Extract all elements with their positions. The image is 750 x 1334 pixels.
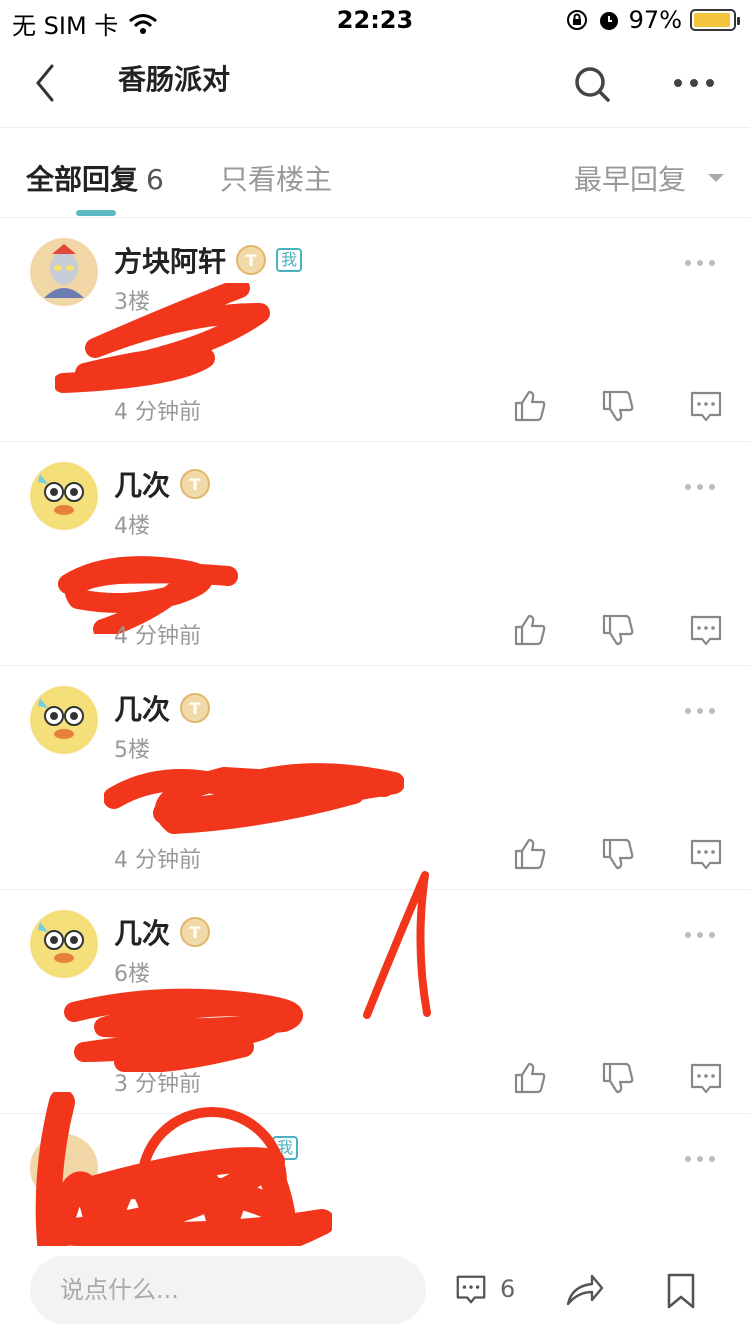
avatar[interactable] xyxy=(30,462,98,530)
active-tab-indicator xyxy=(76,210,116,216)
post-more-icon[interactable] xyxy=(684,1154,716,1164)
level-badge: T xyxy=(180,693,211,723)
reply-item: 我 xyxy=(0,1092,750,1282)
page-title: 香肠派对 xyxy=(118,63,231,96)
timestamp: 4 分钟前 xyxy=(114,400,201,425)
reply-item: 几次 T 5楼 4 分钟前 xyxy=(0,666,750,890)
reply-icon[interactable] xyxy=(688,1060,724,1096)
reply-icon[interactable] xyxy=(688,612,724,648)
redaction-scribble xyxy=(55,283,270,393)
timestamp: 4 分钟前 xyxy=(114,848,201,873)
timestamp: 3 分钟前 xyxy=(114,1072,201,1097)
reply-icon[interactable] xyxy=(688,836,724,872)
reply-item: 几次 T 4楼 4 分钟前 xyxy=(0,442,750,666)
timestamp: 4 分钟前 xyxy=(114,624,201,649)
alarm-icon xyxy=(599,12,618,30)
level-badge: T xyxy=(180,917,211,947)
username[interactable]: 几次 xyxy=(114,688,170,728)
reply-filter-tabs: 全部回复 6 只看楼主 最早回复 xyxy=(0,128,750,218)
bookmark-icon[interactable] xyxy=(664,1272,698,1310)
back-icon[interactable] xyxy=(30,58,70,108)
username-row: 我 xyxy=(272,1136,299,1160)
redaction-scribble xyxy=(363,871,431,1019)
floor-number: 3楼 xyxy=(114,290,150,315)
nav-bar: 香肠派对 xyxy=(0,40,750,128)
thumbs-up-icon[interactable] xyxy=(512,612,548,648)
thumbs-down-icon[interactable] xyxy=(600,836,636,872)
comment-icon xyxy=(456,1275,486,1304)
redaction-scribble xyxy=(64,988,303,1072)
thumbs-up-icon[interactable] xyxy=(512,836,548,872)
username[interactable]: 几次 xyxy=(114,912,170,952)
chevron-down-icon xyxy=(708,174,725,182)
share-icon[interactable] xyxy=(564,1272,606,1308)
floor-number: 5楼 xyxy=(114,738,150,763)
username-row: 方块阿轩 T 我 xyxy=(114,240,303,280)
post-more-icon[interactable] xyxy=(684,930,716,940)
me-badge: 我 xyxy=(272,1136,299,1160)
username-row: 几次 T xyxy=(114,464,211,504)
avatar[interactable] xyxy=(30,910,98,978)
avatar[interactable] xyxy=(30,238,98,306)
comments-button[interactable]: 6 xyxy=(454,1272,515,1306)
username[interactable]: 方块阿轩 xyxy=(114,240,226,280)
reply-item: 几次 T 6楼 3 分钟前 xyxy=(0,871,750,1114)
post-more-icon[interactable] xyxy=(684,482,716,492)
level-badge: T xyxy=(236,245,267,275)
more-icon[interactable] xyxy=(672,68,716,98)
redaction-scribble xyxy=(104,763,404,834)
username[interactable]: 几次 xyxy=(114,464,170,504)
username-row: 几次 T xyxy=(114,912,211,952)
reply-item: 方块阿轩 T 我 3楼 4 分钟前 xyxy=(0,218,750,442)
thumbs-up-icon[interactable] xyxy=(512,1060,548,1096)
avatar[interactable] xyxy=(30,1134,98,1202)
sort-label: 最早回复 xyxy=(574,163,687,196)
post-more-icon[interactable] xyxy=(684,706,716,716)
comment-input[interactable] xyxy=(30,1256,426,1324)
comment-count: 6 xyxy=(500,1275,516,1303)
me-badge: 我 xyxy=(276,248,303,272)
tab-owner-only[interactable]: 只看楼主 xyxy=(220,158,332,198)
thumbs-down-icon[interactable] xyxy=(600,388,636,424)
tab-all-label: 全部回复 xyxy=(26,163,139,196)
thumbs-down-icon[interactable] xyxy=(600,612,636,648)
bottom-bar: 6 xyxy=(0,1246,750,1334)
floor-number: 6楼 xyxy=(114,962,150,987)
orientation-lock-icon xyxy=(566,10,587,30)
level-badge: T xyxy=(180,469,211,499)
thumbs-up-icon[interactable] xyxy=(512,388,548,424)
status-bar: 无 SIM 卡 22:23 97% xyxy=(0,0,750,40)
tab-all-replies[interactable]: 全部回复 6 xyxy=(26,158,164,198)
avatar[interactable] xyxy=(30,686,98,754)
reply-icon[interactable] xyxy=(688,388,724,424)
thumbs-down-icon[interactable] xyxy=(600,1060,636,1096)
battery-percent: 97% xyxy=(628,6,682,34)
battery-icon xyxy=(690,9,740,31)
floor-number: 4楼 xyxy=(114,514,150,539)
status-icons: 97% xyxy=(565,6,740,34)
search-icon[interactable] xyxy=(572,64,612,104)
sort-dropdown[interactable]: 最早回复 xyxy=(574,158,725,198)
username-row: 几次 T xyxy=(114,688,211,728)
tab-all-count: 6 xyxy=(146,163,164,196)
post-more-icon[interactable] xyxy=(684,258,716,268)
